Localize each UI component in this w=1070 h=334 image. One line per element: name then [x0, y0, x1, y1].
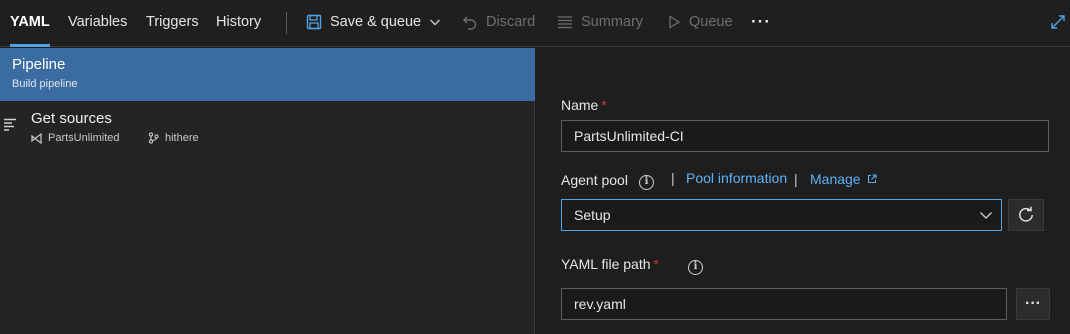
toolbar-divider: [286, 12, 287, 34]
tab-variables[interactable]: Variables: [68, 0, 127, 47]
undo-icon: [462, 14, 478, 30]
play-icon: [667, 15, 681, 29]
pipeline-title: Pipeline: [12, 56, 66, 73]
agent-pool-select[interactable]: Setup: [561, 199, 1002, 231]
chevron-down-icon: [979, 209, 993, 221]
queue-button[interactable]: Queue: [667, 0, 733, 44]
pipeline-subtitle: Build pipeline: [12, 78, 78, 90]
external-link-icon: [867, 174, 877, 184]
browse-button[interactable]: ···: [1016, 288, 1050, 320]
refresh-button[interactable]: [1008, 199, 1044, 231]
agent-pool-value: Setup: [574, 207, 611, 223]
required-marker: *: [653, 256, 659, 272]
yaml-path-input[interactable]: rev.yaml: [561, 288, 1007, 320]
chevron-down-icon: [429, 16, 441, 28]
pipeline-properties: Name * PartsUnlimited-CI Agent pool i | P…: [536, 48, 1070, 334]
branch-icon: [148, 132, 159, 144]
manage-link[interactable]: Manage: [810, 171, 877, 187]
discard-button[interactable]: Discard: [462, 0, 535, 44]
pool-information-link[interactable]: Pool information: [686, 170, 787, 186]
name-label: Name *: [561, 97, 607, 113]
repo-icon: [31, 132, 42, 144]
repo-name: PartsUnlimited: [48, 132, 120, 144]
tab-yaml[interactable]: YAML: [10, 0, 50, 47]
branch-name: hithere: [165, 132, 199, 144]
repo-info: PartsUnlimited: [31, 132, 120, 144]
summary-label: Summary: [581, 14, 644, 30]
expand-icon[interactable]: [1050, 0, 1066, 44]
agent-pool-info-icon[interactable]: i: [639, 175, 654, 190]
get-sources-node[interactable]: Get sources PartsUnlimited hithere: [0, 101, 535, 153]
tab-triggers[interactable]: Triggers: [146, 0, 199, 47]
queue-label: Queue: [689, 14, 733, 30]
branch-info: hithere: [148, 132, 199, 144]
yaml-path-label: YAML file path *: [561, 256, 659, 272]
pipeline-node[interactable]: Pipeline Build pipeline: [0, 48, 535, 101]
manage-link-text: Manage: [810, 171, 861, 187]
name-label-text: Name: [561, 97, 599, 113]
list-icon: [557, 15, 573, 29]
refresh-icon: [1017, 206, 1035, 224]
link-separator-2: |: [794, 171, 798, 187]
top-toolbar: YAML Variables Triggers History Save & q…: [0, 0, 1070, 47]
summary-button[interactable]: Summary: [557, 0, 643, 44]
more-options-button[interactable]: ···: [751, 0, 771, 44]
name-input[interactable]: PartsUnlimited-CI: [561, 120, 1049, 152]
pipeline-tree: Pipeline Build pipeline Get sources Part…: [0, 48, 535, 334]
save-icon: [306, 14, 322, 30]
agent-pool-label: Agent pool: [561, 172, 628, 188]
get-sources-title: Get sources: [31, 110, 112, 127]
save-queue-label: Save & queue: [330, 14, 422, 30]
required-marker: *: [601, 97, 607, 113]
discard-label: Discard: [486, 14, 536, 30]
save-queue-button[interactable]: Save & queue: [306, 0, 441, 44]
yaml-path-info-icon[interactable]: i: [688, 260, 703, 275]
link-separator-1: |: [671, 170, 675, 186]
sources-list-icon: [3, 118, 19, 137]
tab-history[interactable]: History: [216, 0, 261, 47]
yaml-path-label-text: YAML file path: [561, 256, 651, 272]
